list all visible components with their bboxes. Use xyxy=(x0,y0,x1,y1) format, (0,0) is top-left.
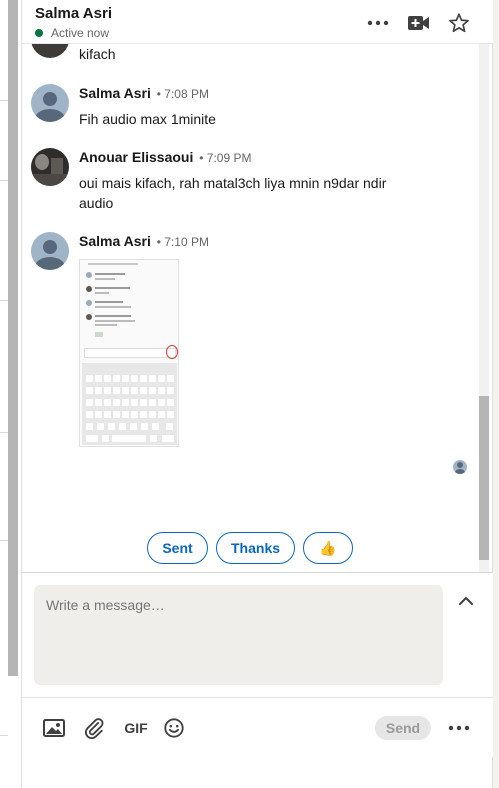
video-call-icon xyxy=(408,16,429,30)
divider xyxy=(0,432,8,433)
timestamp: • 7:08 PM xyxy=(156,87,209,101)
conversation-panel: Salma Asri Active now kifach Salma Asri … xyxy=(22,0,493,788)
paperclip-icon xyxy=(85,718,104,739)
message-input[interactable] xyxy=(34,585,443,685)
keyboard-preview xyxy=(82,363,177,445)
more-icon xyxy=(367,20,389,26)
more-compose-options-button[interactable] xyxy=(447,716,471,740)
send-button[interactable]: Send xyxy=(375,716,431,740)
sender-label: Salma Asri xyxy=(79,85,151,101)
sender-name[interactable]: Anouar Elissaoui • 7:09 PM xyxy=(79,149,251,165)
emoji-icon xyxy=(164,718,184,738)
sender-name[interactable]: Salma Asri • 7:08 PM xyxy=(79,85,209,101)
divider xyxy=(0,180,8,181)
timestamp: • 7:09 PM xyxy=(199,151,252,165)
message-thread[interactable]: kifach Salma Asri • 7:08 PM Fih audio ma… xyxy=(22,44,482,572)
divider xyxy=(0,100,8,101)
timestamp: • 7:10 PM xyxy=(156,235,209,249)
divider xyxy=(0,735,8,736)
message-text: kifach xyxy=(79,46,116,62)
star-icon xyxy=(449,13,469,33)
chevron-up-icon xyxy=(459,597,473,605)
image-icon xyxy=(43,719,65,737)
more-options-button[interactable] xyxy=(365,10,391,36)
presence-status: Active now xyxy=(35,26,109,40)
attach-file-button[interactable] xyxy=(82,716,106,740)
quick-reply-thanks[interactable]: Thanks xyxy=(216,532,295,564)
avatar[interactable] xyxy=(31,232,69,270)
star-button[interactable] xyxy=(446,10,472,36)
contact-name[interactable]: Salma Asri xyxy=(35,5,112,22)
image-attachment[interactable] xyxy=(79,259,179,447)
avatar[interactable] xyxy=(31,84,69,122)
divider xyxy=(0,540,8,541)
sender-name[interactable]: Salma Asri • 7:10 PM xyxy=(79,233,209,249)
sender-label: Salma Asri xyxy=(79,233,151,249)
read-receipt-avatar xyxy=(453,460,467,474)
sender-label: Anouar Elissaoui xyxy=(79,149,194,165)
left-scrollbar-thumb[interactable] xyxy=(8,0,18,676)
presence-label: Active now xyxy=(51,26,110,40)
attach-image-button[interactable] xyxy=(42,716,66,740)
conversation-header: Salma Asri Active now xyxy=(22,0,493,44)
emoji-button[interactable] xyxy=(162,716,186,740)
expand-compose-button[interactable] xyxy=(456,591,476,611)
message-text: oui mais kifach, rah matal3ch liya mnin … xyxy=(79,175,387,211)
message-text: Fih audio max 1minite xyxy=(79,111,216,127)
compose-area xyxy=(22,573,493,697)
quick-replies: Sent Thanks 👍 xyxy=(147,532,353,564)
left-edge-scrollbar[interactable] xyxy=(0,0,22,788)
compose-toolbar: GIF Send xyxy=(22,697,493,757)
video-call-button[interactable] xyxy=(406,10,432,36)
divider xyxy=(0,300,8,301)
quick-reply-thumbs-up[interactable]: 👍 xyxy=(303,532,353,564)
online-dot-icon xyxy=(35,29,43,37)
gif-button[interactable]: GIF xyxy=(122,716,150,740)
avatar[interactable] xyxy=(31,148,69,186)
more-icon xyxy=(448,725,470,731)
avatar[interactable] xyxy=(31,44,69,58)
thread-scrollbar[interactable] xyxy=(479,44,489,572)
thread-scrollbar-thumb[interactable] xyxy=(479,396,489,560)
quick-reply-sent[interactable]: Sent xyxy=(147,532,208,564)
messaging-window: Salma Asri Active now kifach Salma Asri … xyxy=(0,0,499,788)
